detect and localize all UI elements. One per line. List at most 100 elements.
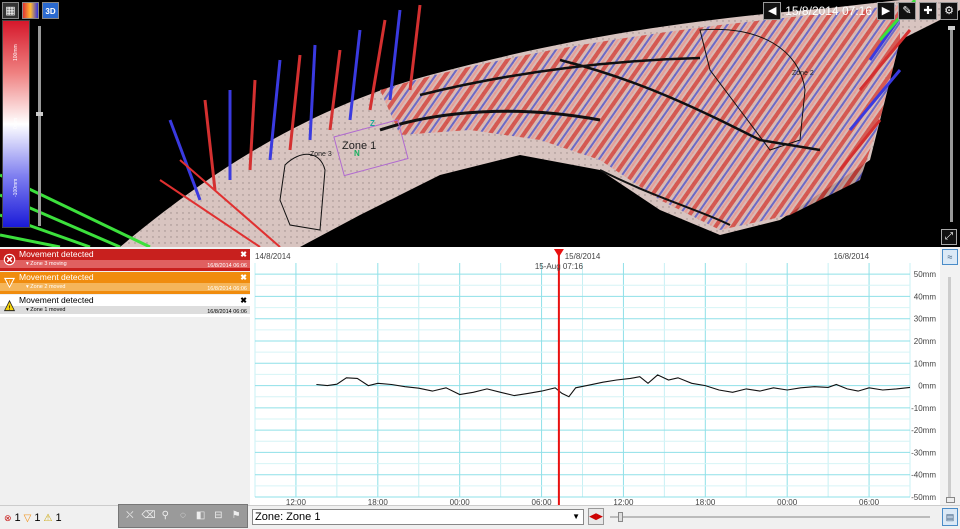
next-time-button[interactable]: ▶ xyxy=(877,2,895,20)
settings-gear-icon[interactable]: ⚙ xyxy=(940,2,958,20)
x-tick-label: 06:00 xyxy=(532,498,553,505)
date-label: 14/8/2014 xyxy=(255,252,291,261)
error-count-icon: ⊗ xyxy=(4,512,12,523)
chart-scale-slider[interactable] xyxy=(946,277,955,503)
edit-icon[interactable]: ✎ xyxy=(898,2,916,20)
timeline-slider-knob[interactable] xyxy=(618,512,623,522)
alerts-panel: Movement detected ▾ Zone 3 moving 16/8/2… xyxy=(0,247,250,505)
warning-count-icon: ⚠ xyxy=(43,512,53,524)
chart-svg[interactable]: 50mm 40mm 30mm 20mm 10mm 0mm -10mm -20mm -30mm -4… xyxy=(250,247,940,507)
alert-subtitle: Zone 1 moved xyxy=(30,307,66,313)
zone-select[interactable]: Zone: Zone 1 ▼ xyxy=(252,509,584,525)
svg-text:!: ! xyxy=(9,305,11,311)
zone-2-label[interactable]: Zone 2 xyxy=(792,70,814,77)
warning-count: 1 xyxy=(55,512,62,524)
y-tick-label: -50mm xyxy=(911,493,936,502)
y-tick-label: 20mm xyxy=(914,337,937,346)
y-tick-label: 30mm xyxy=(914,315,937,324)
current-datetime: 15/8/2014 07:16 xyxy=(785,4,872,18)
3d-view-icon[interactable]: 3D xyxy=(42,2,59,19)
colorscale-bottom-label: -100mm xyxy=(13,178,19,197)
previous-time-button[interactable]: ◀ xyxy=(763,2,782,20)
alert-item[interactable]: ! Movement detected ▾ Zone 2 moved 16/8/… xyxy=(0,272,250,294)
timeline-slider[interactable] xyxy=(610,512,930,522)
zoom-slider[interactable] xyxy=(948,26,955,222)
alert-item[interactable]: Movement detected ▾ Zone 3 moving 16/8/2… xyxy=(0,249,250,271)
pin-tool-icon[interactable]: ⚲ xyxy=(159,509,171,523)
y-tick-label: 40mm xyxy=(914,292,937,301)
remove-zone-icon[interactable]: ⊟ xyxy=(212,509,224,523)
displacement-time-chart[interactable]: 50mm 40mm 30mm 20mm 10mm 0mm -10mm -20mm -30mm -4… xyxy=(250,247,940,507)
warning-triangle-down-icon: ! xyxy=(3,277,16,289)
svg-text:!: ! xyxy=(9,279,10,284)
alert-subtitle: Zone 3 moving xyxy=(30,261,67,267)
chevron-down-icon: ▼ xyxy=(572,512,580,521)
alert-time: 16/8/2014 06:06 xyxy=(207,309,247,315)
colorscale-mid-label: 0mm xyxy=(13,117,19,129)
close-icon[interactable]: ✖ xyxy=(240,296,247,305)
chart-options-icon[interactable]: ≈ xyxy=(942,249,958,265)
3d-map-view[interactable]: Zone 1 Zone 2 Zone 3 Z N ▦ 3D ◀ 15/8/201… xyxy=(0,0,960,247)
chart-view-icon[interactable]: ▤ xyxy=(942,508,958,526)
alert-subtitle: Zone 2 moved xyxy=(30,284,66,290)
cursor-label: 15-Aug 07:16 xyxy=(535,262,584,271)
y-tick-label: -20mm xyxy=(911,426,936,435)
date-label: 15/8/2014 xyxy=(565,252,601,261)
alert-title: Movement detected xyxy=(19,295,94,305)
close-icon[interactable]: ✖ xyxy=(240,250,247,259)
colorscale-top-label: 100mm xyxy=(13,44,19,61)
chevron-down-icon: ▾ xyxy=(26,284,29,290)
draw-zone-icon[interactable]: ◧ xyxy=(195,509,207,523)
time-navigation-bar: ◀ 15/8/2014 07:16 ▶ ✎ ✚ ⚙ xyxy=(760,1,960,21)
chart-scale-slider-knob[interactable] xyxy=(946,497,955,503)
close-icon[interactable]: ✖ xyxy=(240,273,247,282)
x-tick-label: 00:00 xyxy=(777,498,798,505)
y-tick-label: -40mm xyxy=(911,471,936,480)
x-tick-label: 00:00 xyxy=(450,498,471,505)
zoom-slider-knob[interactable] xyxy=(948,26,955,30)
flag-icon[interactable]: ⚑ xyxy=(230,509,242,523)
x-tick-label: 12:00 xyxy=(613,498,634,505)
error-circle-icon xyxy=(3,253,16,266)
y-tick-label: 50mm xyxy=(914,270,937,279)
x-tick-label: 06:00 xyxy=(859,498,880,505)
alert-item[interactable]: ! Movement detected ▾ Zone 1 moved 16/8/… xyxy=(0,295,250,317)
time-cursor-handle xyxy=(553,249,564,257)
zone-3-label[interactable]: Zone 3 xyxy=(310,151,332,158)
colormap-icon[interactable] xyxy=(22,2,39,19)
x-tick-label: 18:00 xyxy=(368,498,389,505)
lasso-select-icon[interactable]: ◌ xyxy=(177,509,189,523)
alert-title: Movement detected xyxy=(19,249,94,259)
warning-triangle-icon: ! xyxy=(3,299,16,311)
displacement-color-scale: 100mm 0mm -100mm xyxy=(2,20,30,228)
x-tick-label: 12:00 xyxy=(286,498,307,505)
playback-icon[interactable]: ◀▶ xyxy=(588,508,604,525)
axis-z-marker: Z xyxy=(370,119,375,128)
color-range-slider-knob[interactable] xyxy=(36,112,43,116)
terrain-render xyxy=(0,0,960,247)
error-count: 1 xyxy=(14,512,21,524)
x-tick-label: 18:00 xyxy=(695,498,716,505)
moved-count-icon: ▽ xyxy=(23,512,32,524)
fullscreen-icon[interactable]: ⤢ xyxy=(941,229,957,245)
alert-time: 16/8/2014 06:06 xyxy=(207,286,247,292)
axis-n-marker: N xyxy=(354,149,360,158)
add-icon[interactable]: ✚ xyxy=(919,2,937,20)
remove-point-icon[interactable]: ⛌ xyxy=(124,509,136,523)
y-tick-label: 10mm xyxy=(914,359,937,368)
alert-counts: ⊗ 1 ▽ 1 ⚠ 1 xyxy=(4,512,62,524)
date-label: 16/8/2014 xyxy=(833,252,869,261)
y-tick-label: -30mm xyxy=(911,448,936,457)
chart-side-panel: ≈ xyxy=(940,247,960,505)
delete-zone-icon[interactable]: ⌫ xyxy=(142,509,156,523)
y-tick-label: 0mm xyxy=(918,382,936,391)
color-range-slider[interactable] xyxy=(36,26,43,226)
moved-count: 1 xyxy=(34,512,41,524)
chevron-down-icon: ▾ xyxy=(26,307,29,313)
map-tools-group: ⛌ ⌫ ⚲ ◌ ◧ ⊟ ⚑ xyxy=(118,504,248,528)
bottom-status-bar: ⊗ 1 ▽ 1 ⚠ 1 ⛌ ⌫ ⚲ ◌ ◧ ⊟ ⚑ Zone: Zone 1 ▼… xyxy=(0,504,960,529)
zone-select-value: Zone: Zone 1 xyxy=(255,511,321,523)
y-tick-label: -10mm xyxy=(911,404,936,413)
chevron-down-icon: ▾ xyxy=(26,261,29,267)
layers-toggle-icon[interactable]: ▦ xyxy=(2,2,19,19)
